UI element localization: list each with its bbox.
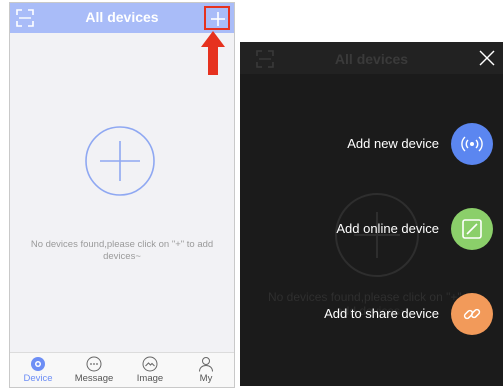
page-title: All devices [334, 51, 409, 67]
camera-icon [31, 357, 45, 371]
tab-device[interactable]: Device [10, 356, 66, 384]
edit-square-icon [462, 219, 482, 239]
tab-message[interactable]: Message [66, 356, 122, 384]
bottom-tab-bar: Device Message Image My [10, 352, 234, 387]
dimmed-top-bar: All devices [240, 42, 503, 74]
add-share-device-option[interactable]: Add to share device [243, 293, 493, 335]
top-bar: All devices [10, 3, 234, 33]
wireless-signal-icon [461, 136, 483, 152]
user-icon [199, 357, 213, 372]
add-share-device-button[interactable] [451, 293, 493, 335]
plus-icon [211, 12, 225, 26]
menu-label: Add to share device [324, 306, 439, 321]
add-device-menu-screen: All devices No devices found,please clic… [240, 42, 503, 386]
tab-label: My [199, 373, 213, 384]
add-online-device-option[interactable]: Add online device [243, 208, 493, 250]
menu-label: Add online device [336, 221, 439, 236]
tab-label: Message [74, 373, 114, 384]
add-new-device-button[interactable] [451, 123, 493, 165]
menu-label: Add new device [347, 136, 439, 151]
empty-device-area: No devices found,please click on "+" to … [10, 33, 234, 353]
add-online-device-button[interactable] [451, 208, 493, 250]
image-icon [142, 356, 158, 372]
tab-label: Image [136, 373, 164, 384]
add-device-circle-icon[interactable] [84, 125, 156, 197]
chat-bubble-icon [86, 356, 102, 372]
empty-state-message: No devices found,please click on "+" to … [30, 239, 214, 262]
tab-label: Device [23, 373, 53, 384]
close-icon[interactable] [479, 50, 495, 66]
tab-image[interactable]: Image [122, 356, 178, 384]
page-title: All devices [85, 9, 159, 25]
red-arrow-annotation [201, 31, 225, 75]
tab-my[interactable]: My [178, 356, 234, 384]
link-icon [463, 308, 481, 320]
add-new-device-option[interactable]: Add new device [243, 123, 493, 165]
add-device-button[interactable] [204, 6, 230, 30]
